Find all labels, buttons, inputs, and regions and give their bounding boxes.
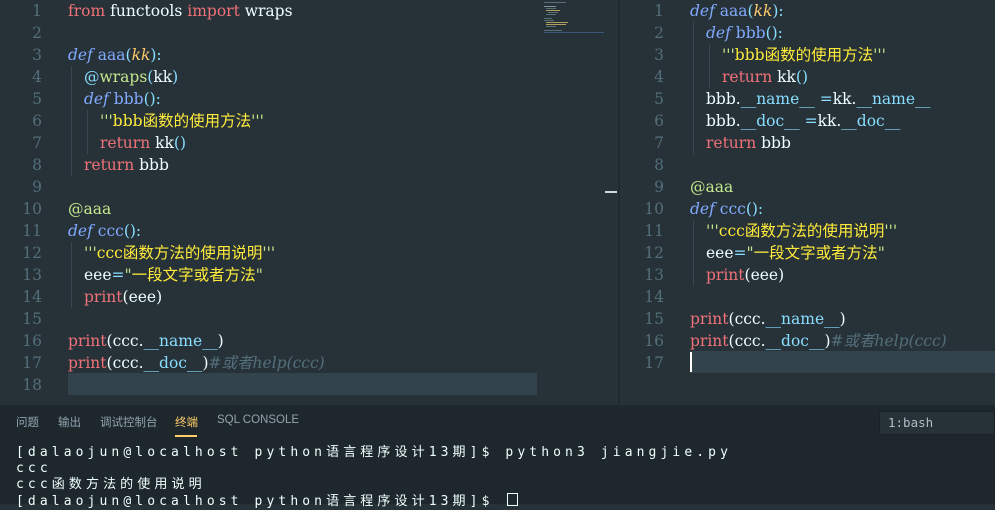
line-number: 14 — [644, 288, 664, 306]
terminal-select[interactable]: 1:bash — [879, 411, 995, 435]
code-line[interactable]: return bbb — [84, 154, 169, 176]
left-editor-pane[interactable]: 1 2 3 4 5 6 7 8 9 10 11 12 13 14 15 16 1… — [0, 0, 618, 405]
tab-problems[interactable]: 问题 — [16, 414, 39, 430]
terminal-prompt: [dalaojun@localhost python语言程序设计13期]$ — [16, 494, 506, 509]
text-cursor — [690, 352, 692, 372]
code-line[interactable]: @aaa — [68, 198, 111, 220]
code-line[interactable]: print(ccc.__doc__)#或者help(ccc) — [68, 352, 325, 374]
code-line[interactable]: from functools import wraps — [68, 0, 293, 22]
code-line[interactable]: @wraps(kk) — [84, 66, 178, 88]
code-line[interactable]: print(ccc.__doc__)#或者help(ccc) — [690, 330, 947, 352]
line-number: 15 — [22, 310, 42, 328]
code-line[interactable]: def aaa(kk): — [68, 44, 162, 66]
terminal-line: ccc — [16, 461, 52, 476]
tab-debug-console[interactable]: 调试控制台 — [100, 414, 158, 430]
active-tab-indicator — [175, 435, 197, 437]
code-line[interactable]: return bbb — [706, 132, 791, 154]
code-line[interactable]: bbb.__doc__ =kk.__doc__ — [706, 110, 900, 132]
code-line[interactable]: return kk() — [722, 66, 808, 88]
terminal-cursor — [507, 493, 519, 506]
code-line[interactable]: print(eee) — [706, 264, 784, 286]
terminal-line: ccc函数方法的使用说明 — [16, 477, 206, 492]
tab-sql-console[interactable]: SQL CONSOLE — [217, 414, 299, 426]
code-line[interactable]: return kk() — [100, 132, 186, 154]
code-line[interactable]: print(eee) — [84, 286, 162, 308]
code-line[interactable]: def bbb(): — [706, 22, 783, 44]
code-line[interactable]: def ccc(): — [68, 220, 141, 242]
code-line[interactable]: eee="一段文字或者方法" — [706, 242, 885, 264]
line-number: 18 — [22, 376, 42, 394]
code-line[interactable]: @aaa — [690, 176, 733, 198]
line-number: 2 — [32, 24, 42, 42]
scrollbar-marker[interactable] — [605, 191, 617, 193]
code-line[interactable]: '''bbb函数的使用方法''' — [722, 44, 886, 66]
code-line[interactable]: '''ccc函数方法的使用说明''' — [84, 242, 275, 264]
code-line[interactable]: '''bbb函数的使用方法''' — [100, 110, 264, 132]
terminal-line: [dalaojun@localhost python语言程序设计13期]$ py… — [16, 445, 733, 460]
code-line[interactable]: print(ccc.__name__) — [68, 330, 224, 352]
code-line[interactable]: print(ccc.__name__) — [690, 308, 846, 330]
code-line[interactable]: def bbb(): — [84, 88, 161, 110]
right-editor-pane[interactable]: 1 2 3 4 5 6 7 8 9 10 11 12 13 14 15 16 1… — [620, 0, 995, 405]
code-line[interactable]: '''ccc函数方法的使用说明''' — [706, 220, 897, 242]
bottom-panel: 问题 输出 调试控制台 终端 SQL CONSOLE 1:bash [dalao… — [0, 405, 995, 509]
line-number: 17 — [644, 354, 664, 372]
panel-tabs: 问题 输出 调试控制台 终端 SQL CONSOLE — [0, 405, 995, 439]
code-line[interactable]: eee="一段文字或者方法" — [84, 264, 263, 286]
terminal-prompt-line[interactable]: [dalaojun@localhost python语言程序设计13期]$ — [16, 493, 519, 510]
line-number: 9 — [32, 178, 42, 196]
code-line[interactable]: bbb.__name__ =kk.__name__ — [706, 88, 931, 110]
code-line[interactable]: def ccc(): — [690, 198, 763, 220]
tab-output[interactable]: 输出 — [58, 414, 81, 430]
line-number: 8 — [654, 156, 664, 174]
code-line[interactable]: def aaa(kk): — [690, 0, 784, 22]
tab-terminal[interactable]: 终端 — [175, 414, 198, 430]
